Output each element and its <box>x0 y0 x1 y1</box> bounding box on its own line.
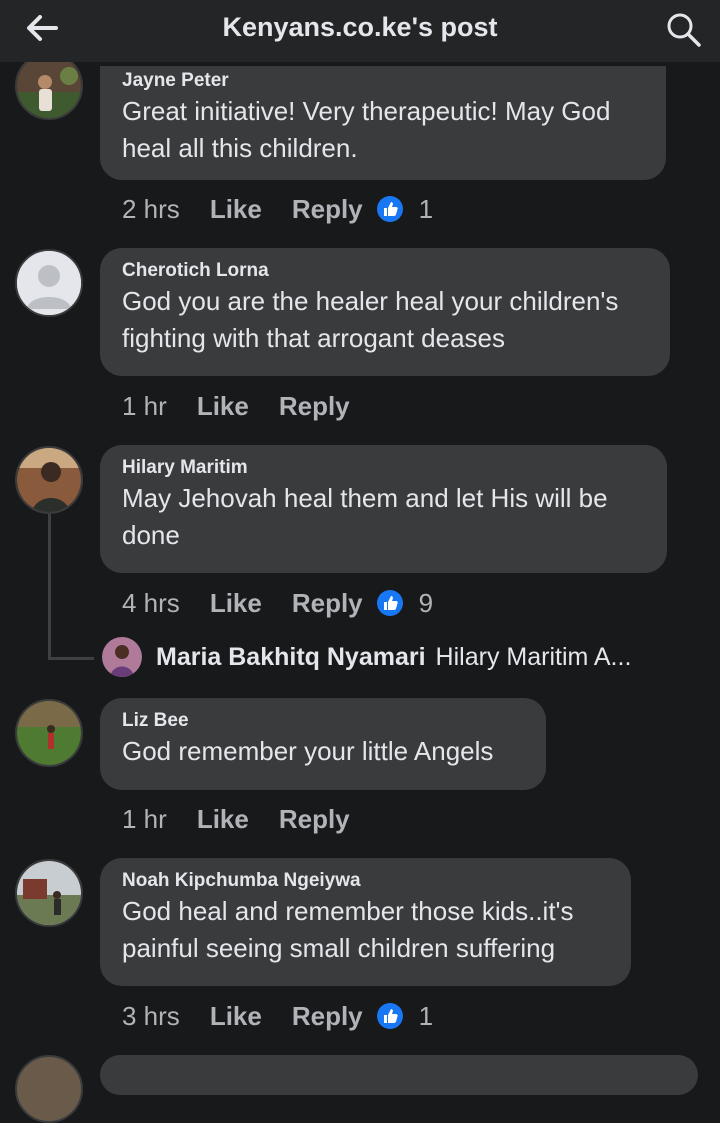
avatar[interactable] <box>15 446 83 514</box>
like-button[interactable]: Like <box>210 194 262 225</box>
comment-actions: 3 hrs Like Reply 1 <box>122 999 433 1033</box>
comment-actions: 4 hrs Like Reply 9 <box>122 586 433 620</box>
comment-time[interactable]: 1 hr <box>122 391 167 422</box>
default-avatar-icon <box>17 251 81 315</box>
comment-time[interactable]: 2 hrs <box>122 194 180 225</box>
comment-author[interactable]: Hilary Maritim <box>122 457 645 479</box>
reply-author[interactable]: Maria Bakhitq Nyamari <box>156 643 426 672</box>
comment-time[interactable]: 1 hr <box>122 804 167 835</box>
thumbs-up-icon[interactable] <box>376 590 403 616</box>
comment-author[interactable]: Cherotich Lorna <box>122 260 648 282</box>
comment-text: Great initiative! Very therapeutic! May … <box>122 96 611 163</box>
comment-text: May Jehovah heal them and let His will b… <box>122 483 608 550</box>
avatar[interactable] <box>15 699 83 767</box>
comment-actions: 1 hr Like Reply <box>122 389 364 423</box>
reply-button[interactable]: Reply <box>292 194 363 225</box>
like-button[interactable]: Like <box>210 1001 262 1032</box>
search-button[interactable] <box>664 10 704 50</box>
comment-bubble: Jayne Peter Great initiative! Very thera… <box>100 66 666 180</box>
search-icon <box>667 13 701 47</box>
comment-actions: 2 hrs Like Reply 1 <box>122 192 433 226</box>
avatar[interactable] <box>15 859 83 927</box>
reply-button[interactable]: Reply <box>279 804 350 835</box>
page-title: Kenyans.co.ke's post <box>222 12 498 42</box>
avatar-photo <box>102 637 142 677</box>
reply-button[interactable]: Reply <box>279 391 350 422</box>
comment-actions: 1 hr Like Reply <box>122 802 364 836</box>
comment-time[interactable]: 4 hrs <box>122 588 180 619</box>
avatar[interactable] <box>15 249 83 317</box>
top-bar: Kenyans.co.ke's post <box>0 0 720 62</box>
avatar[interactable] <box>15 52 83 120</box>
comment-bubble <box>100 1055 698 1095</box>
comment-text: God you are the healer heal your childre… <box>122 286 619 353</box>
like-button[interactable]: Like <box>197 804 249 835</box>
thread-connector <box>48 657 94 660</box>
comment-bubble: Cherotich Lorna God you are the healer h… <box>100 248 670 376</box>
avatar-photo <box>17 701 81 765</box>
comment-bubble: Noah Kipchumba Ngeiywa God heal and reme… <box>100 858 631 986</box>
reaction-count: 9 <box>418 587 434 618</box>
comment-author[interactable]: Liz Bee <box>122 710 524 732</box>
comment-bubble: Liz Bee God remember your little Angels <box>100 698 546 790</box>
avatar-photo <box>17 54 81 118</box>
reaction-count: 1 <box>418 193 434 224</box>
avatar-photo <box>17 861 81 925</box>
avatar[interactable] <box>102 637 142 677</box>
thread-connector <box>48 514 51 660</box>
thumbs-up-icon[interactable] <box>376 196 403 222</box>
thumbs-up-icon[interactable] <box>376 1003 403 1029</box>
reply-button[interactable]: Reply <box>292 1001 363 1032</box>
reply-text: Hilary Maritim A... <box>435 642 632 671</box>
comment-time[interactable]: 3 hrs <box>122 1001 180 1032</box>
avatar-photo <box>17 448 81 512</box>
comment-author[interactable]: Jayne Peter <box>122 70 644 92</box>
reaction-count: 1 <box>418 1000 434 1031</box>
comment-author[interactable]: Noah Kipchumba Ngeiywa <box>122 870 609 892</box>
comment-bubble: Hilary Maritim May Jehovah heal them and… <box>100 445 667 573</box>
like-button[interactable]: Like <box>210 588 262 619</box>
comment-text: God remember your little Angels <box>122 736 494 766</box>
comment-text: God heal and remember those kids..it's p… <box>122 896 574 963</box>
like-button[interactable]: Like <box>197 391 249 422</box>
avatar[interactable] <box>15 1055 83 1123</box>
reply-preview[interactable]: Maria Bakhitq Nyamari Hilary Maritim A..… <box>102 636 631 678</box>
reply-button[interactable]: Reply <box>292 588 363 619</box>
